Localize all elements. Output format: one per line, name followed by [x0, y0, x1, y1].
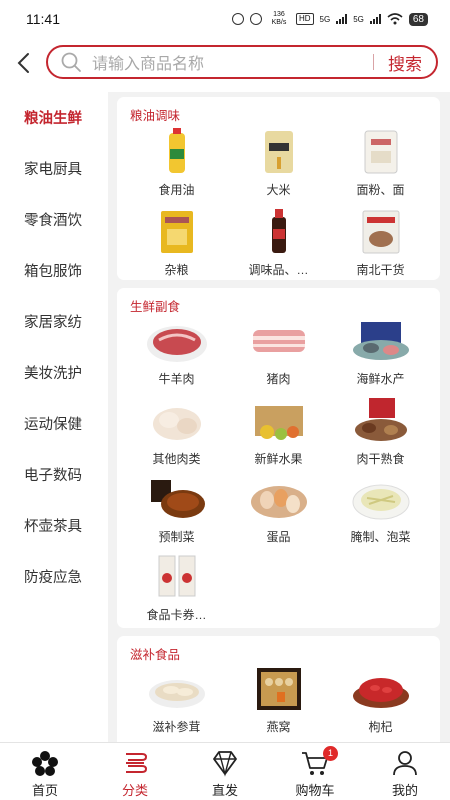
sidebar-item-grain-oil-fresh[interactable]: 粮油生鲜 [0, 92, 108, 143]
prepared-dish-icon [150, 480, 205, 518]
sidebar-item-cups-tea[interactable]: 杯壶茶具 [0, 500, 108, 551]
signal-icon-2 [369, 14, 381, 24]
product-item[interactable]: 蛋品 [226, 474, 331, 545]
sidebar-item-snacks[interactable]: 零食酒饮 [0, 194, 108, 245]
hd-badge: HD [295, 13, 314, 25]
status-icons: 136 KB/s HD 5G 5G 68 [231, 11, 428, 27]
product-item[interactable]: 大米 [226, 127, 331, 198]
search-icon [61, 52, 81, 72]
search-button[interactable]: 搜索 [374, 50, 436, 75]
category-icon [126, 753, 148, 773]
oil-bottle-icon [168, 128, 185, 173]
goji-icon [352, 678, 409, 708]
product-item[interactable]: 杂粮 [124, 207, 229, 278]
section-title: 粮油调味 [130, 109, 181, 123]
home-icon [32, 751, 58, 776]
product-item[interactable]: 调味品、… [226, 207, 331, 278]
sidebar-item-appliances[interactable]: 家电厨具 [0, 143, 108, 194]
diamond-icon [213, 751, 237, 777]
signal-icon [336, 14, 348, 24]
category-sidebar: 粮油生鲜 家电厨具 零食酒饮 箱包服饰 家居家纺 美妆洗护 运动保健 电子数码 … [0, 92, 108, 742]
pickles-icon [352, 484, 409, 520]
tab-category[interactable]: 分类 [90, 743, 180, 800]
search-box[interactable]: 请输入商品名称 搜索 [46, 45, 438, 79]
profile-icon [393, 751, 417, 776]
tab-direct[interactable]: 直发 [180, 743, 270, 800]
product-item[interactable]: 食品卡券… [124, 552, 229, 623]
beef-plate-icon [146, 326, 207, 362]
jerky-icon [354, 398, 407, 441]
food-voucher-icon [158, 555, 195, 597]
product-item[interactable]: 海鲜水产 [328, 316, 433, 387]
sidebar-item-home-textile[interactable]: 家居家纺 [0, 296, 108, 347]
tab-profile[interactable]: 我的 [360, 743, 450, 800]
bottom-tab-bar: 首页 分类 直发 1 购物车 我的 [0, 742, 450, 800]
ginseng-icon [148, 680, 205, 708]
product-item[interactable]: 面粉、面 [328, 127, 433, 198]
sidebar-item-electronics[interactable]: 电子数码 [0, 449, 108, 500]
section-card-tonic: 滋补食品 滋补参茸 燕窝 枸杞 [117, 636, 440, 742]
product-item[interactable]: 南北干货 [328, 207, 433, 278]
rice-bag-icon [264, 131, 293, 173]
pork-icon [252, 330, 305, 352]
flour-bag-icon [364, 130, 397, 174]
product-item[interactable]: 预制菜 [124, 474, 229, 545]
product-item[interactable]: 滋补参茸 [124, 664, 229, 735]
product-item[interactable]: 肉干熟食 [328, 396, 433, 467]
sidebar-item-bags-clothing[interactable]: 箱包服饰 [0, 245, 108, 296]
product-item[interactable]: 牛羊肉 [124, 316, 229, 387]
section-card-grain-oil: 粮油调味 食用油 大米 面粉、面 杂粮 调味品、… 南北干货 [117, 97, 440, 280]
battery-icon: 68 [408, 12, 428, 26]
section-title: 滋补食品 [130, 648, 181, 662]
seafood-icon [352, 322, 409, 360]
product-item[interactable]: 燕窝 [226, 664, 331, 735]
alarm-icon [231, 13, 244, 25]
soy-sauce-icon [271, 209, 286, 253]
sidebar-item-epidemic[interactable]: 防疫应急 [0, 551, 108, 602]
product-item[interactable]: 猪肉 [226, 316, 331, 387]
birds-nest-icon [256, 668, 301, 710]
chicken-icon [152, 408, 201, 440]
net-speed: 136 KB/s [271, 11, 287, 26]
product-item[interactable]: 枸杞 [328, 664, 433, 735]
search-input[interactable]: 请输入商品名称 [92, 50, 373, 74]
mute-icon [249, 13, 262, 25]
tab-cart[interactable]: 1 购物车 [270, 743, 360, 800]
sidebar-item-sports-health[interactable]: 运动保健 [0, 398, 108, 449]
product-item[interactable]: 其他肉类 [124, 396, 229, 467]
status-time: 11:41 [26, 11, 60, 27]
signal-5g-label: 5G [319, 14, 331, 24]
section-title: 生鲜副食 [130, 300, 181, 314]
status-bar: 11:41 136 KB/s HD 5G 5G 68 [0, 0, 450, 38]
search-row: 请输入商品名称 搜索 [0, 45, 450, 81]
cart-badge: 1 [323, 746, 338, 761]
fruit-box-icon [254, 406, 303, 440]
product-item[interactable]: 腌制、泡菜 [328, 474, 433, 545]
category-content: 粮油调味 食用油 大米 面粉、面 杂粮 调味品、… 南北干货 生鲜副食 牛羊肉 … [108, 92, 450, 742]
sidebar-item-beauty[interactable]: 美妆洗护 [0, 347, 108, 398]
product-item[interactable]: 食用油 [124, 127, 229, 198]
back-arrow-icon[interactable] [14, 51, 34, 75]
section-card-fresh: 生鲜副食 牛羊肉 猪肉 海鲜水产 其他肉类 新鲜水果 肉干熟食 预制菜 蛋品 腌… [117, 288, 440, 628]
dried-goods-icon [362, 210, 399, 254]
signal-5g-label-2: 5G [353, 14, 364, 24]
grain-bag-icon [160, 211, 193, 253]
eggs-icon [250, 486, 307, 518]
wifi-icon [387, 13, 403, 25]
tab-home[interactable]: 首页 [0, 743, 90, 800]
product-item[interactable]: 新鲜水果 [226, 396, 331, 467]
